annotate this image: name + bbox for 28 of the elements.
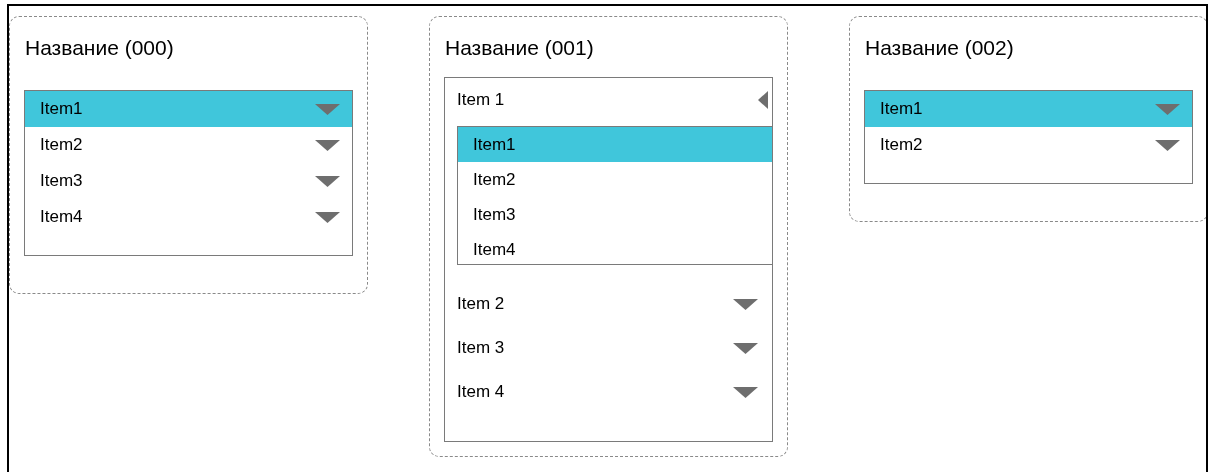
caret-down-icon	[733, 386, 758, 398]
item-label: Item1	[40, 98, 83, 121]
list-box[interactable]: Item1 Item2 Item3 Item4	[24, 90, 353, 256]
caret-down-icon	[733, 298, 758, 310]
item-label: Item2	[40, 134, 83, 157]
expander-header[interactable]: Item 3	[445, 326, 772, 370]
panel-title: Название (001)	[444, 35, 595, 61]
list-item[interactable]: Item1	[458, 127, 772, 162]
panel-title: Название (002)	[864, 35, 1015, 61]
panel-title: Название (000)	[24, 35, 175, 61]
caret-down-icon	[315, 103, 340, 115]
expander-header[interactable]: Item 2	[445, 282, 772, 326]
list-box[interactable]: Item1 Item2	[864, 90, 1193, 184]
caret-down-icon	[1155, 103, 1180, 115]
expander-header[interactable]: Item 1	[445, 78, 772, 122]
list-item[interactable]: Item1	[865, 91, 1192, 127]
caret-down-icon	[315, 211, 340, 223]
item-label: Item2	[880, 134, 923, 157]
item-label: Item1	[880, 98, 923, 121]
caret-down-icon	[315, 175, 340, 187]
caret-left-icon	[758, 91, 768, 109]
caret-down-icon	[733, 342, 758, 354]
expander-header[interactable]: Item 4	[445, 370, 772, 414]
caret-down-icon	[1155, 139, 1180, 151]
item-label: Item4	[40, 206, 83, 229]
item-label: Item3	[40, 170, 83, 193]
list-item[interactable]: Item1	[25, 91, 352, 127]
caret-down-icon	[315, 139, 340, 151]
